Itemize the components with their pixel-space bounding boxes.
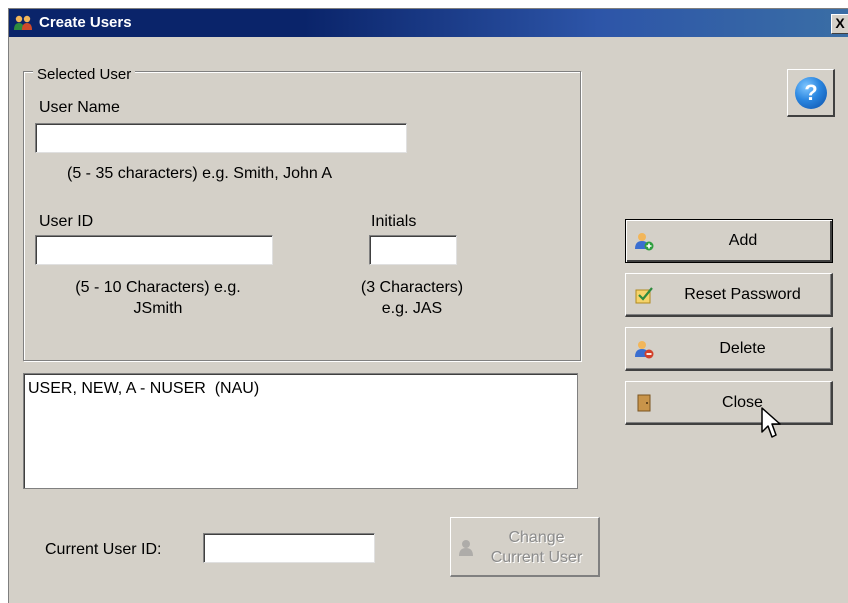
- add-button[interactable]: Add: [625, 219, 833, 263]
- delete-button[interactable]: Delete: [625, 327, 833, 371]
- close-window-button[interactable]: X: [831, 14, 848, 34]
- current-user-id-input[interactable]: [204, 534, 374, 562]
- initials-label: Initials: [371, 213, 417, 230]
- mouse-cursor-icon: [761, 407, 781, 438]
- reset-password-button[interactable]: Reset Password: [625, 273, 833, 317]
- close-label: Close: [722, 394, 763, 411]
- users-icon: [14, 15, 32, 30]
- change-label-line2: Current User: [490, 549, 583, 566]
- close-button[interactable]: Close: [625, 381, 833, 425]
- initials-hint-line2: e.g. JAS: [381, 300, 443, 317]
- help-button[interactable]: ?: [787, 69, 835, 117]
- help-icon: ?: [795, 77, 827, 109]
- selected-user-legend: Selected User: [33, 66, 136, 83]
- users-list[interactable]: USER, NEW, A - NUSER (NAU): [23, 373, 578, 489]
- user-name-input[interactable]: [36, 124, 406, 152]
- door-icon: [637, 394, 651, 412]
- user-id-label: User ID: [39, 213, 94, 230]
- create-users-window: Create Users X Selected User User Name (…: [8, 8, 848, 603]
- user-name-field[interactable]: [35, 123, 407, 153]
- title-bar[interactable]: Create Users X: [9, 9, 848, 37]
- user-switch-icon: [459, 540, 473, 556]
- user-name-hint: (5 - 35 characters) e.g. Smith, John A: [67, 165, 333, 182]
- change-current-user-label: Change Current User: [477, 528, 596, 568]
- user-id-field[interactable]: [35, 235, 273, 265]
- current-user-id-field[interactable]: [203, 533, 375, 563]
- initials-input[interactable]: [370, 236, 456, 264]
- initials-hint-line1: (3 Characters): [360, 279, 464, 296]
- window-title: Create Users: [39, 14, 132, 31]
- user-id-input[interactable]: [36, 236, 272, 264]
- change-label-line1: Change: [508, 529, 565, 546]
- initials-hint: (3 Characters) e.g. JAS: [339, 277, 485, 319]
- user-id-hint-line2: JSmith: [133, 300, 183, 317]
- list-item[interactable]: USER, NEW, A - NUSER (NAU): [28, 380, 259, 398]
- user-add-icon: [635, 233, 654, 251]
- password-reset-icon: [635, 287, 653, 304]
- delete-label: Delete: [719, 340, 766, 357]
- reset-password-label: Reset Password: [684, 286, 801, 303]
- initials-field[interactable]: [369, 235, 457, 265]
- user-id-hint-line1: (5 - 10 Characters) e.g.: [75, 279, 241, 296]
- user-id-hint: (5 - 10 Characters) e.g. JSmith: [53, 277, 263, 319]
- add-label: Add: [728, 232, 758, 249]
- change-current-user-button[interactable]: Change Current User: [450, 517, 600, 577]
- user-delete-icon: [635, 341, 654, 359]
- user-name-label: User Name: [39, 99, 120, 116]
- current-user-id-label: Current User ID:: [45, 541, 162, 558]
